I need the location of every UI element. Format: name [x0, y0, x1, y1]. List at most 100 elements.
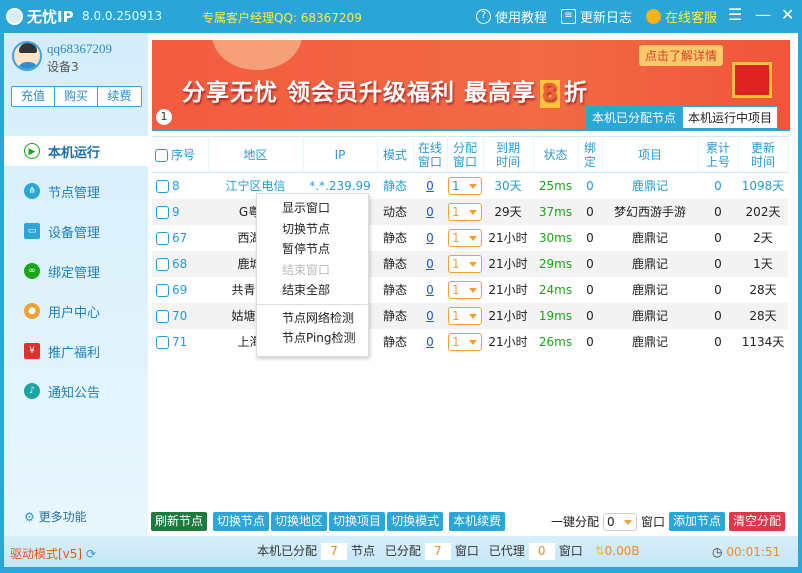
buy-button[interactable]: 购买	[55, 87, 98, 106]
window-select[interactable]: 1	[448, 176, 482, 195]
cell[interactable]: 0	[413, 329, 447, 355]
cell: 21小时	[488, 335, 528, 349]
column-header[interactable]: 序号	[152, 136, 209, 173]
allocated-count: 7	[424, 543, 451, 560]
table-row[interactable]: 67西湖电静态0121小时30ms0鹿鼎记02天	[152, 225, 788, 251]
cell: 动态	[382, 205, 407, 219]
cell: 68	[152, 251, 208, 277]
cell: 21小时	[488, 283, 528, 297]
menu-pause-node[interactable]: 暂停节点	[257, 239, 368, 260]
column-header[interactable]: 分配窗口	[447, 136, 484, 173]
status-bar: 驱动模式[v5] ⟳ 本机已分配 7 节点 已分配 7 窗口 已代理 0 窗口 ⇅0.00B…	[4, 536, 798, 567]
window-select[interactable]: 1	[448, 254, 482, 273]
column-header[interactable]: 绑定	[578, 136, 603, 173]
banner-slogan: 分享无忧 领会员升级福利 最高享 8 折	[182, 80, 589, 108]
table-row[interactable]: 71上海市静态0121小时26ms0鹿鼎记01134天	[152, 329, 788, 355]
menu-ping-check[interactable]: 节点Ping检测	[257, 328, 368, 349]
switch-node-button[interactable]: 切换节点	[213, 512, 270, 531]
table-row[interactable]: 69共青城电静态0121小时24ms0鹿鼎记028天	[152, 277, 788, 303]
sidebar-item-notice[interactable]: ♪ 通知公告	[4, 376, 148, 406]
avatar	[12, 41, 42, 71]
column-header[interactable]: 更新时间	[738, 136, 789, 173]
sidebar-item-devices[interactable]: ▭ 设备管理	[4, 216, 148, 246]
column-header[interactable]: 到期时间	[483, 136, 534, 173]
more-functions[interactable]: ⚙ 更多功能	[24, 508, 87, 525]
cell: 9	[152, 199, 208, 225]
cell: 19ms	[538, 308, 573, 323]
sidebar-item-binding[interactable]: ∞ 绑定管理	[4, 256, 148, 286]
close-icon[interactable]: ✕	[781, 5, 794, 24]
banner-page-indicator[interactable]: 1	[156, 109, 172, 125]
column-header[interactable]: 模式	[377, 136, 414, 173]
cell[interactable]: 0	[413, 173, 447, 199]
context-menu: 显示窗口 切换节点 暂停节点 结束窗口 结束全部 节点网络检测 节点Ping检测	[256, 193, 369, 357]
table-row[interactable]: 9G粤港动态0129天37ms0梦幻西游手游0202天	[152, 198, 788, 225]
column-header[interactable]: 地区	[208, 136, 304, 173]
cell: 静态	[382, 231, 407, 245]
cell[interactable]: 0	[413, 277, 447, 303]
sidebar-item-promotion[interactable]: ¥ 推广福利	[4, 336, 148, 366]
menu-switch-node[interactable]: 切换节点	[257, 219, 368, 240]
column-header[interactable]: 项目	[602, 136, 699, 173]
switch-project-button[interactable]: 切换项目	[329, 512, 386, 531]
cell[interactable]: 0	[413, 251, 447, 277]
select-all-checkbox[interactable]	[155, 148, 168, 162]
window-select[interactable]: 1	[448, 280, 482, 299]
row-checkbox[interactable]	[156, 179, 169, 193]
menu-show-window[interactable]: 显示窗口	[257, 198, 368, 219]
cell: 25ms	[538, 178, 573, 193]
row-checkbox[interactable]	[156, 205, 169, 219]
clear-allocation-button[interactable]: 清空分配	[729, 512, 786, 531]
support-link[interactable]: 在线客服	[646, 7, 717, 26]
column-header[interactable]: 状态	[533, 136, 579, 173]
menu-network-check[interactable]: 节点网络检测	[257, 308, 368, 329]
sidebar-label: 本机运行	[48, 145, 101, 161]
recharge-button[interactable]: 充值	[12, 87, 55, 106]
row-checkbox[interactable]	[156, 257, 169, 271]
menu-separator	[257, 303, 368, 305]
column-header[interactable]: 累计上号	[698, 136, 739, 173]
tab-assigned-nodes[interactable]: 本机已分配节点	[586, 106, 683, 129]
column-header[interactable]: IP	[303, 136, 378, 173]
cell: 67	[152, 225, 208, 251]
row-checkbox[interactable]	[156, 309, 169, 323]
table-row[interactable]: 68鹿城电静态0121小时29ms0鹿鼎记01天	[152, 250, 788, 277]
table-row[interactable]: 8 江宁区电信 *.*.239.99 静态 0 1 30天 25ms 0 鹿鼎记 0 1098天	[152, 173, 788, 199]
menu-icon[interactable]: ☰	[728, 5, 742, 24]
cell[interactable]: 0	[413, 225, 447, 251]
cell[interactable]: 0	[413, 303, 447, 329]
sidebar-item-local-run[interactable]: ▶ 本机运行	[4, 136, 148, 166]
minimize-icon[interactable]: —	[755, 5, 771, 24]
column-header[interactable]: 在线窗口	[413, 136, 448, 173]
renew-button[interactable]: 续费	[98, 87, 141, 106]
banner-detail-button[interactable]: 点击了解详情	[639, 45, 724, 66]
user-icon: ●	[24, 303, 40, 319]
refresh-icon[interactable]: ⟳	[86, 547, 96, 561]
refresh-nodes-button[interactable]: 刷新节点	[151, 512, 208, 531]
one-key-select[interactable]: 0	[603, 512, 638, 531]
row-checkbox[interactable]	[156, 335, 169, 349]
menu-end-all[interactable]: 结束全部	[257, 280, 368, 301]
window-select[interactable]: 1	[448, 306, 482, 325]
changelog-link[interactable]: ≡ 更新日志	[561, 7, 632, 26]
window-select[interactable]: 1	[448, 228, 482, 247]
window-select[interactable]: 1	[448, 202, 482, 221]
cell[interactable]: 0	[413, 199, 447, 225]
table-row[interactable]: 70姑塘电信静态0121小时19ms0鹿鼎记028天	[152, 302, 788, 329]
sidebar-item-user-center[interactable]: ● 用户中心	[4, 296, 148, 326]
add-node-button[interactable]: 添加节点	[669, 512, 726, 531]
switch-mode-button[interactable]: 切换模式	[387, 512, 444, 531]
row-checkbox[interactable]	[156, 231, 169, 245]
switch-region-button[interactable]: 切换地区	[271, 512, 328, 531]
row-checkbox[interactable]	[156, 283, 169, 297]
cell: 静态	[382, 309, 407, 323]
window-select[interactable]: 1	[448, 332, 482, 351]
link-icon: ∞	[24, 263, 40, 279]
tab-running-projects[interactable]: 本机运行中项目	[682, 106, 779, 129]
local-renew-button[interactable]: 本机续费	[449, 512, 506, 531]
sidebar-item-nodes[interactable]: ⋔ 节点管理	[4, 176, 148, 206]
proxy-count: 0	[528, 543, 555, 560]
cell: 30天	[494, 179, 522, 194]
cell: 鹿鼎记	[631, 231, 668, 245]
tutorial-link[interactable]: ? 使用教程	[476, 7, 547, 26]
